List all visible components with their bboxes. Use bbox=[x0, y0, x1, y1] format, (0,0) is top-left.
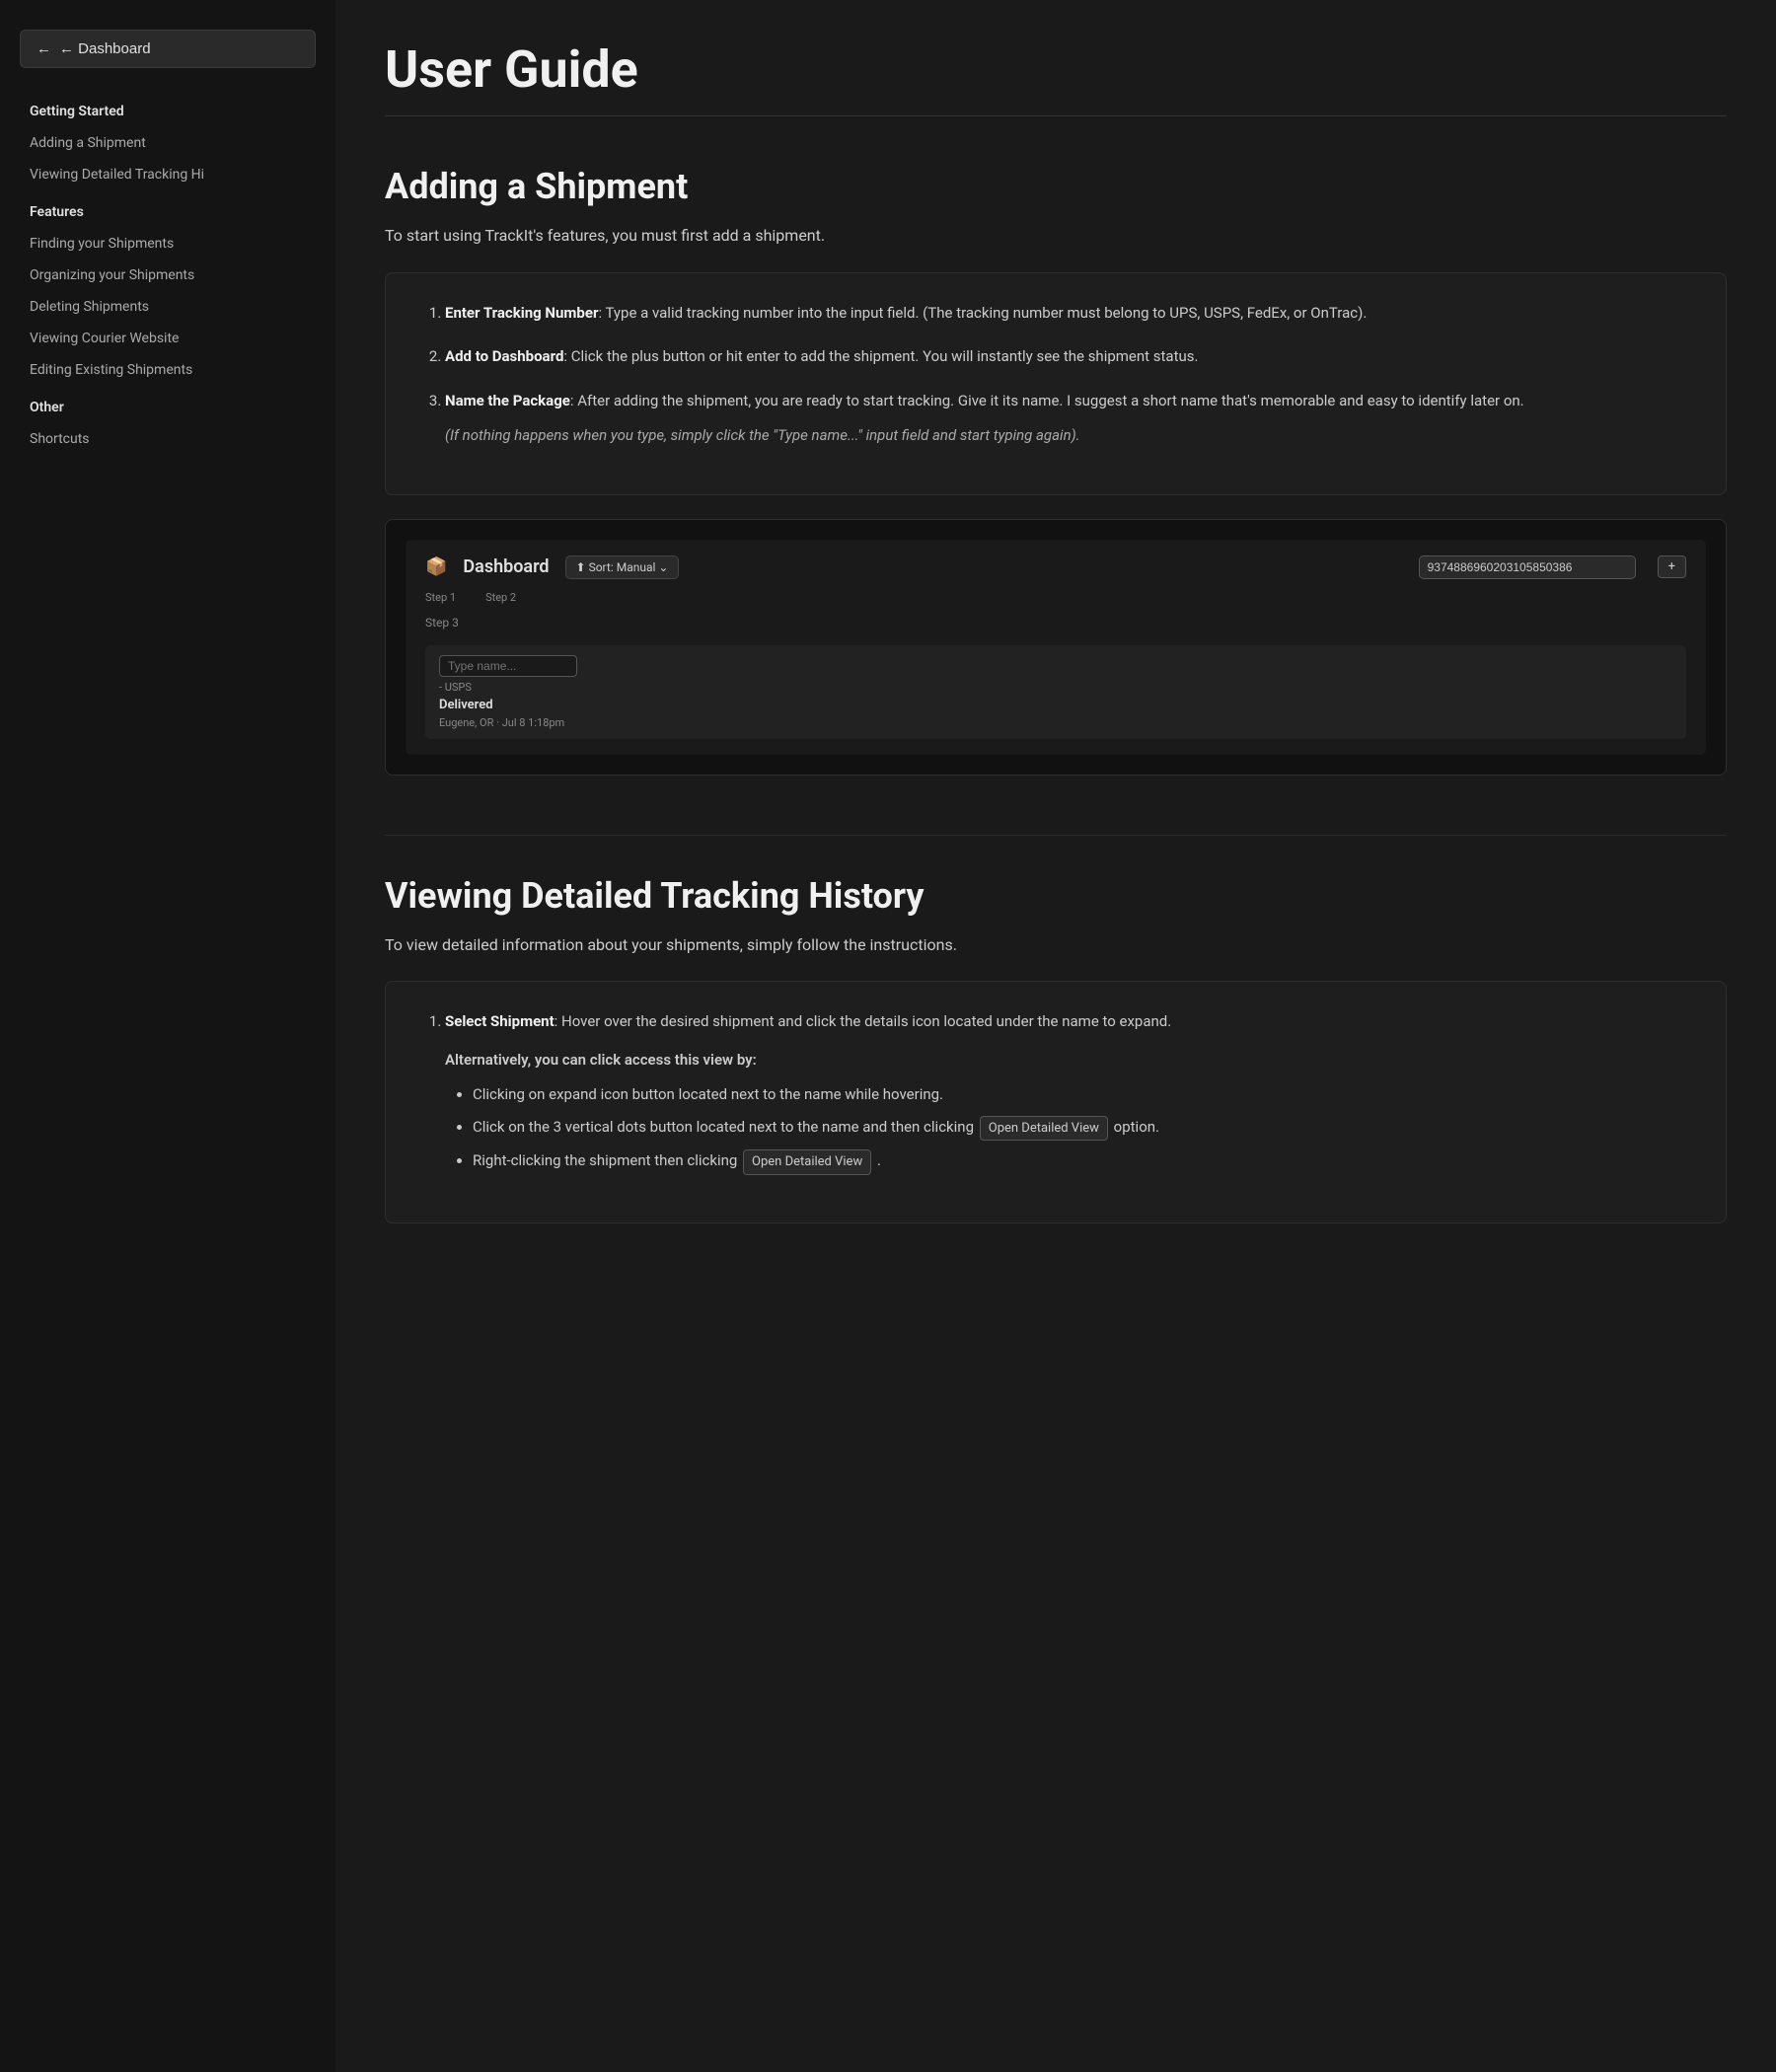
viewing-bullet-3-suffix: . bbox=[877, 1151, 881, 1169]
sidebar-item-adding-shipment[interactable]: Adding a Shipment bbox=[20, 129, 316, 157]
adding-step-2-label: Add to Dashboard bbox=[445, 347, 563, 365]
screenshot-adding: 📦 Dashboard ⬆ Sort: Manual ⌄ + Step 1 St… bbox=[385, 519, 1727, 776]
section-divider-1 bbox=[385, 835, 1727, 836]
section-adding-shipment: Adding a Shipment To start using TrackIt… bbox=[385, 166, 1727, 776]
fake-dashboard-header: 📦 Dashboard ⬆ Sort: Manual ⌄ + bbox=[425, 555, 1686, 579]
sidebar-item-viewing-courier[interactable]: Viewing Courier Website bbox=[20, 325, 316, 352]
viewing-alt-note: Alternatively, you can click access this… bbox=[445, 1048, 1690, 1073]
page-title: User Guide bbox=[385, 39, 1727, 100]
adding-step-2: Add to Dashboard: Click the plus button … bbox=[445, 344, 1690, 369]
adding-step-1: Enter Tracking Number: Type a valid trac… bbox=[445, 301, 1690, 326]
viewing-step-1-label: Select Shipment bbox=[445, 1012, 555, 1030]
sidebar-item-editing-shipments[interactable]: Editing Existing Shipments bbox=[20, 356, 316, 384]
section-title-adding: Adding a Shipment bbox=[385, 166, 1727, 207]
back-arrow-icon: ← bbox=[37, 40, 51, 57]
fake-name-input[interactable] bbox=[439, 655, 577, 677]
viewing-steps-list: Select Shipment: Hover over the desired … bbox=[421, 1009, 1690, 1174]
open-detailed-view-badge-1: Open Detailed View bbox=[980, 1116, 1108, 1141]
fake-step1-label: Step 1 bbox=[425, 591, 456, 604]
section-desc-viewing: To view detailed information about your … bbox=[385, 932, 1727, 958]
sidebar-item-shortcuts[interactable]: Shortcuts bbox=[20, 425, 316, 453]
viewing-bullet-2: Click on the 3 vertical dots button loca… bbox=[473, 1115, 1690, 1141]
sidebar-item-viewing-tracking[interactable]: Viewing Detailed Tracking Hi bbox=[20, 161, 316, 188]
sidebar-section-other: Other bbox=[20, 394, 316, 421]
fake-sort-button: ⬆ Sort: Manual ⌄ bbox=[565, 555, 680, 579]
fake-tracking-input[interactable] bbox=[1419, 555, 1636, 579]
fake-step-labels: Step 1 Step 2 bbox=[425, 591, 1686, 604]
fake-dashboard-ui: 📦 Dashboard ⬆ Sort: Manual ⌄ + Step 1 St… bbox=[406, 540, 1706, 755]
fake-plus-button: + bbox=[1658, 555, 1686, 578]
viewing-step-1: Select Shipment: Hover over the desired … bbox=[445, 1009, 1690, 1174]
adding-indent-note: (If nothing happens when you type, simpl… bbox=[445, 423, 1690, 447]
viewing-step-1-text: : Hover over the desired shipment and cl… bbox=[555, 1012, 1172, 1030]
section-title-viewing: Viewing Detailed Tracking History bbox=[385, 875, 1727, 917]
viewing-bullet-2-text: Click on the 3 vertical dots button loca… bbox=[473, 1118, 978, 1136]
viewing-bullet-2-suffix: option. bbox=[1114, 1118, 1159, 1136]
sidebar-item-organizing-shipments[interactable]: Organizing your Shipments bbox=[20, 261, 316, 289]
fake-shipment-row: - USPS Delivered Eugene, OR · Jul 8 1:18… bbox=[425, 645, 1686, 739]
dashboard-button[interactable]: ← ← Dashboard bbox=[20, 30, 316, 68]
fake-dashboard-label: Dashboard bbox=[463, 556, 549, 577]
instruction-box-viewing: Select Shipment: Hover over the desired … bbox=[385, 981, 1727, 1222]
fake-status-detail: Eugene, OR · Jul 8 1:18pm bbox=[439, 716, 1672, 729]
viewing-bullet-3: Right-clicking the shipment then clickin… bbox=[473, 1148, 1690, 1174]
sidebar-item-finding-shipments[interactable]: Finding your Shipments bbox=[20, 230, 316, 258]
fake-courier: - USPS bbox=[439, 681, 1672, 694]
sidebar-section-features: Features bbox=[20, 198, 316, 226]
adding-step-3-label: Name the Package bbox=[445, 392, 570, 409]
sidebar-section-getting-started: Getting Started bbox=[20, 98, 316, 125]
section-viewing-tracking: Viewing Detailed Tracking History To vie… bbox=[385, 875, 1727, 1223]
sidebar: ← ← Dashboard Getting Started Adding a S… bbox=[0, 0, 335, 2072]
instruction-box-adding: Enter Tracking Number: Type a valid trac… bbox=[385, 272, 1727, 495]
fake-step2-label: Step 2 bbox=[485, 591, 516, 604]
adding-steps-list: Enter Tracking Number: Type a valid trac… bbox=[421, 301, 1690, 447]
fake-status: Delivered bbox=[439, 698, 1672, 712]
fake-step3-label: Step 3 bbox=[425, 616, 1686, 629]
sidebar-item-deleting-shipments[interactable]: Deleting Shipments bbox=[20, 293, 316, 321]
main-content: User Guide Adding a Shipment To start us… bbox=[335, 0, 1776, 2072]
adding-step-3-text: : After adding the shipment, you are rea… bbox=[570, 392, 1524, 409]
adding-step-3: Name the Package: After adding the shipm… bbox=[445, 389, 1690, 447]
page-title-divider bbox=[385, 115, 1727, 116]
open-detailed-view-badge-2: Open Detailed View bbox=[743, 1149, 871, 1174]
adding-step-2-text: : Click the plus button or hit enter to … bbox=[563, 347, 1198, 365]
section-desc-adding: To start using TrackIt's features, you m… bbox=[385, 223, 1727, 249]
adding-step-1-text: : Type a valid tracking number into the … bbox=[598, 304, 1367, 322]
adding-step-1-label: Enter Tracking Number bbox=[445, 304, 598, 322]
viewing-bullet-3-text: Right-clicking the shipment then clickin… bbox=[473, 1151, 741, 1169]
viewing-bullet-1: Clicking on expand icon button located n… bbox=[473, 1082, 1690, 1107]
dashboard-button-label: ← Dashboard bbox=[59, 40, 151, 57]
viewing-bullets: Clicking on expand icon button located n… bbox=[445, 1082, 1690, 1175]
